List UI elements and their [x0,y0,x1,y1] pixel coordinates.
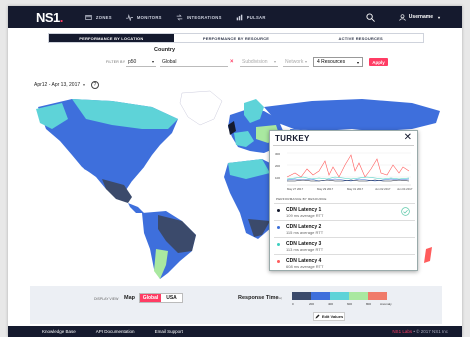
toggle-global[interactable]: Global [140,294,161,302]
resource-item[interactable]: CDN Latency 1 109 ms average RTT [274,203,415,220]
chevron-down-icon: ▾ [304,59,307,64]
map-label: Map [124,295,135,301]
apply-button[interactable]: Apply [369,58,388,66]
app-frame: NS1. ZONES MONITORS INTEGRATIONS PULSAR … [8,6,462,337]
x-tick-label: May 31 2017 [347,187,364,191]
check-circle-icon[interactable] [401,207,410,216]
chevron-down-icon: ▾ [83,83,85,87]
x-tick-label: May 27 2017 [287,187,304,191]
series-color-dot [277,226,280,229]
nav-monitors[interactable]: MONITORS [125,13,162,21]
popup-divider [273,145,414,146]
subdivision-select[interactable]: Subdivision ▾ [240,57,278,67]
monitors-icon [125,13,133,21]
footer-link-api-docs[interactable]: API Documentation [96,329,135,334]
latency-line-chart: 300 200 100 May 27 2017 May 29 2017 May … [275,152,413,191]
x-tick-label: May 29 2017 [317,187,334,191]
filter-row: FILTER BY p50 ▾ Global × Subdivision ▾ Net… [8,57,462,69]
popup-title: TURKEY [275,134,310,143]
pencil-icon [315,314,320,319]
scale-tick: 800 [366,302,372,306]
top-nav: NS1. ZONES MONITORS INTEGRATIONS PULSAR … [8,6,462,28]
metric-select[interactable]: p50 ▾ [126,57,156,67]
map-central-america [128,203,144,213]
map-greenland [179,90,223,126]
series-cdn-latency-3 [286,176,410,180]
chevron-down-icon: ▾ [273,59,276,64]
tab-active-resources[interactable]: ACTIVE RESOURCES [298,34,423,42]
scale-tick: 200 [309,302,315,306]
scale-swatch [349,292,368,300]
close-icon[interactable]: ✕ [404,132,412,143]
filter-by-label: FILTER BY [106,60,126,64]
scale-swatch [368,292,387,300]
edit-values-button[interactable]: Edit Values [313,312,345,321]
user-icon [399,13,406,21]
footer-link-email-support[interactable]: Email Support [155,329,183,334]
chevron-down-icon: ▾ [151,59,154,64]
map-russia [264,99,440,131]
network-select[interactable]: Network ▾ [283,57,309,67]
resources-select[interactable]: 4 Resources ▾ [313,57,363,67]
zones-icon [85,14,92,20]
map-usa [72,145,150,183]
scale-tick: 600 [347,302,353,306]
ns1-logo[interactable]: NS1. [36,10,63,25]
nav-integrations[interactable]: INTEGRATIONS [176,13,222,21]
response-time-label: Response Time [238,295,279,301]
x-tick-label: Jun 04 2017 [397,187,413,191]
nav-zones[interactable]: ZONES [85,14,112,21]
scale-ticks: 0 200 400 600 800 Anomaly [292,302,406,308]
help-icon[interactable]: ? [90,81,99,89]
search-icon[interactable] [366,12,375,22]
tab-performance-by-location[interactable]: PERFORMANCE BY LOCATION [49,34,174,42]
toggle-usa[interactable]: USA [161,294,182,302]
country-label: Country [154,47,176,53]
user-menu[interactable]: Username ▾ [399,13,440,21]
footer-link-knowledge-base[interactable]: Knowledge Base [42,329,76,334]
legend-title: PERFORMANCE BY RESOURCE [276,197,327,201]
scale-swatch [330,292,349,300]
display-view-label: DISPLAY VIEW [94,297,119,301]
view-tabs: PERFORMANCE BY LOCATION PERFORMANCE BY R… [48,33,424,43]
series-color-dot [277,260,280,263]
pulsar-icon [236,14,242,20]
y-tick-label: 200 [275,164,280,168]
date-range-picker[interactable]: Apr12 - Apr 13, 2017 ▾ ? [34,81,99,89]
nav-pulsar[interactable]: PULSAR [236,14,266,21]
series-color-dot [277,243,280,246]
scale-tick: 400 [328,302,334,306]
nav-right: Username ▾ [366,6,440,28]
scale-tick: 0 [292,302,294,306]
series-color-dot [277,209,280,212]
scale-swatch [311,292,330,300]
x-tick-label: Jun 02 2017 [375,187,391,191]
resource-item[interactable]: CDN Latency 3 113 ms average RTT [274,237,415,254]
resource-list: CDN Latency 1 109 ms average RTT CDN Lat… [274,203,415,271]
y-tick-label: 300 [275,152,280,156]
integrations-icon [176,13,183,21]
chevron-down-icon: ▾ [437,14,440,20]
country-detail-popup: TURKEY ✕ 300 200 100 May 27 2017 May 29 … [269,130,418,271]
chevron-down-icon: ▾ [356,59,359,65]
scale-tick: Anomaly [380,302,392,306]
resource-item[interactable]: CDN Latency 4 608 ms average RTT [274,254,415,271]
response-time-unit: (ms) [276,296,282,300]
resource-item[interactable]: CDN Latency 2 115 ms average RTT [274,220,415,237]
scale-swatch [292,292,311,300]
country-select[interactable]: Global [160,57,228,67]
series-cdn-latency-4 [286,154,410,178]
color-scale [292,292,387,300]
y-tick-label: 100 [275,176,280,180]
tab-performance-by-resource[interactable]: PERFORMANCE BY RESOURCE [174,34,299,42]
map-new-zealand [424,247,432,263]
region-toggle: Global USA [139,293,183,303]
copyright: NS1 Labs • © 2017 NS1 Inc [392,329,448,334]
clear-country-icon[interactable]: × [230,59,234,65]
footer: Knowledge Base API Documentation Email S… [8,326,462,337]
map-controls-panel: DISPLAY VIEW Map Global USA Response Tim… [30,286,442,324]
